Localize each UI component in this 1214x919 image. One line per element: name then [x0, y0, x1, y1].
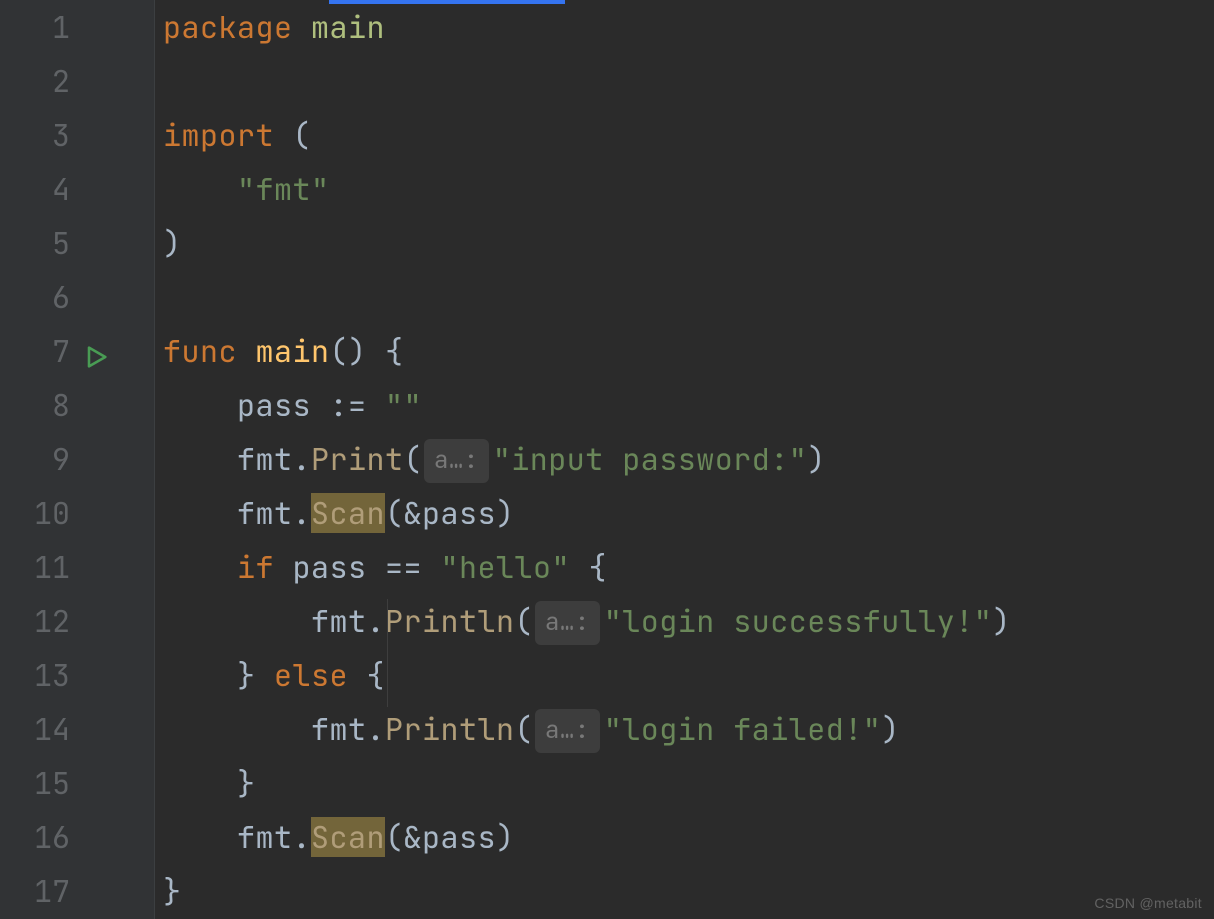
parameter-hint: a…: [535, 601, 600, 645]
package-ref: fmt [311, 709, 367, 749]
dot: . [367, 601, 386, 641]
line-number[interactable]: 13 [0, 648, 70, 702]
code-line[interactable]: "fmt" [163, 162, 1214, 216]
line-number[interactable]: 9 [0, 432, 70, 486]
string-literal: "login failed!" [604, 709, 882, 749]
string-literal: "login successfully!" [604, 601, 993, 641]
line-number[interactable]: 8 [0, 378, 70, 432]
line-number[interactable]: 16 [0, 810, 70, 864]
line-number-column: 1 2 3 4 5 6 7 8 9 10 11 12 13 14 15 16 1… [0, 0, 70, 918]
code-line[interactable]: func main() { [163, 324, 1214, 378]
line-number[interactable]: 12 [0, 594, 70, 648]
brace: { [385, 331, 404, 371]
code-line[interactable]: fmt.Println(a…:"login successfully!") [163, 594, 1214, 648]
dot: . [293, 439, 312, 479]
paren: ( [515, 601, 534, 641]
paren: ) [496, 493, 515, 533]
gutter: 1 2 3 4 5 6 7 8 9 10 11 12 13 14 15 16 1… [0, 0, 155, 919]
operator: := [330, 385, 367, 425]
identifier: pass [293, 547, 367, 587]
parameter-hint: a…: [535, 709, 600, 753]
method-call: Println [385, 601, 515, 641]
parameter-hint: a…: [424, 439, 489, 483]
line-number[interactable]: 1 [0, 0, 70, 54]
code-line[interactable]: fmt.Println(a…:"login failed!") [163, 702, 1214, 756]
keyword: else [274, 655, 348, 695]
code-line[interactable]: fmt.Print(a…:"input password:") [163, 432, 1214, 486]
active-highlight-bar [329, 0, 565, 4]
paren: ( [404, 439, 423, 479]
line-number[interactable]: 3 [0, 108, 70, 162]
paren: ( [385, 817, 404, 857]
string-literal: "fmt" [237, 169, 330, 209]
method-call: Print [311, 439, 404, 479]
line-number[interactable]: 7 [0, 324, 70, 378]
line-number[interactable]: 11 [0, 540, 70, 594]
package-ref: fmt [237, 439, 293, 479]
package-ref: fmt [311, 601, 367, 641]
brace: } [237, 763, 256, 803]
string-literal: "hello" [441, 547, 571, 587]
paren: ) [496, 817, 515, 857]
line-number[interactable]: 4 [0, 162, 70, 216]
code-line[interactable]: fmt.Scan(&pass) [163, 486, 1214, 540]
dot: . [293, 493, 312, 533]
parens: () [330, 331, 367, 371]
watermark: CSDN @metabit [1094, 895, 1202, 911]
paren: ( [515, 709, 534, 749]
string-literal: "input password:" [493, 439, 808, 479]
string-literal: "" [385, 385, 422, 425]
code-area[interactable]: package main import ( "fmt" ) func main(… [155, 0, 1214, 919]
package-ref: fmt [237, 817, 293, 857]
paren: ( [385, 493, 404, 533]
paren: ) [992, 601, 1011, 641]
operator: == [385, 547, 422, 587]
paren: ( [293, 115, 312, 155]
line-number[interactable]: 5 [0, 216, 70, 270]
code-line[interactable] [163, 54, 1214, 108]
run-gutter-icon[interactable] [82, 343, 110, 371]
paren: ) [807, 439, 826, 479]
indent-guide [387, 599, 388, 707]
code-editor: 1 2 3 4 5 6 7 8 9 10 11 12 13 14 15 16 1… [0, 0, 1214, 919]
line-number[interactable]: 2 [0, 54, 70, 108]
code-line[interactable]: } [163, 756, 1214, 810]
keyword: package [163, 7, 293, 47]
code-line[interactable]: fmt.Scan(&pass) [163, 810, 1214, 864]
dot: . [367, 709, 386, 749]
package-ref: fmt [237, 493, 293, 533]
identifier: pass [237, 385, 311, 425]
keyword: func [163, 331, 237, 371]
code-line[interactable]: if pass == "hello" { [163, 540, 1214, 594]
line-number[interactable]: 14 [0, 702, 70, 756]
func-name: main [256, 331, 330, 371]
line-number[interactable]: 6 [0, 270, 70, 324]
code-line[interactable] [163, 270, 1214, 324]
paren: ) [163, 223, 182, 263]
line-number[interactable]: 10 [0, 486, 70, 540]
code-line[interactable]: ) [163, 216, 1214, 270]
argument: &pass [404, 493, 497, 533]
keyword: import [163, 115, 274, 155]
method-call-highlighted: Scan [311, 817, 385, 857]
method-call: Println [385, 709, 515, 749]
package-name: main [311, 7, 385, 47]
code-line[interactable]: pass := "" [163, 378, 1214, 432]
line-number[interactable]: 15 [0, 756, 70, 810]
code-line[interactable]: package main [163, 0, 1214, 54]
code-line[interactable]: } [163, 864, 1214, 918]
line-number[interactable]: 17 [0, 864, 70, 918]
method-call-highlighted: Scan [311, 493, 385, 533]
argument: &pass [404, 817, 497, 857]
brace: } [237, 655, 256, 695]
code-line[interactable]: import ( [163, 108, 1214, 162]
code-line[interactable]: } else { [163, 648, 1214, 702]
dot: . [293, 817, 312, 857]
keyword: if [237, 547, 274, 587]
brace: { [589, 547, 608, 587]
brace: { [367, 655, 386, 695]
brace: } [163, 871, 182, 911]
paren: ) [881, 709, 900, 749]
